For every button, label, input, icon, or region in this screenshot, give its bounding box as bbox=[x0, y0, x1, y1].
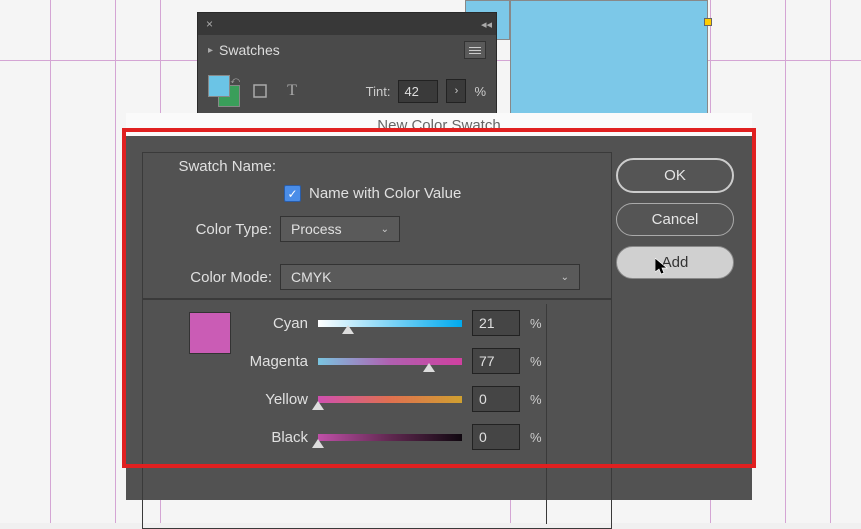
collapse-icon[interactable]: ◂◂ bbox=[481, 18, 492, 31]
guide-vertical bbox=[50, 0, 51, 523]
new-color-swatch-dialog: New Color Swatch Swatch Name: ✓ Name wit… bbox=[126, 113, 752, 500]
yellow-slider[interactable] bbox=[318, 396, 462, 403]
selection-handle[interactable] bbox=[704, 18, 712, 26]
black-slider[interactable] bbox=[318, 434, 462, 441]
cyan-slider[interactable] bbox=[318, 320, 462, 327]
name-with-color-checkbox[interactable]: ✓ bbox=[284, 185, 301, 202]
cyan-input[interactable] bbox=[472, 310, 520, 336]
tint-input[interactable] bbox=[398, 80, 438, 103]
panel-menu-button[interactable] bbox=[464, 41, 486, 59]
fill-stroke-swatch[interactable]: ⤺ bbox=[208, 75, 240, 107]
black-label: Black bbox=[246, 429, 308, 446]
magenta-input[interactable] bbox=[472, 348, 520, 374]
black-input[interactable] bbox=[472, 424, 520, 450]
close-icon[interactable]: × bbox=[202, 17, 217, 31]
chevron-down-icon: ⌄ bbox=[381, 224, 389, 235]
guide-vertical bbox=[115, 0, 116, 523]
shape-rect[interactable] bbox=[510, 0, 708, 115]
chevron-down-icon: ⌄ bbox=[561, 272, 569, 283]
tint-label: Tint: bbox=[366, 84, 391, 99]
swatch-name-label: Swatch Name: bbox=[144, 158, 276, 175]
guide-vertical bbox=[785, 0, 786, 523]
object-icon[interactable] bbox=[248, 79, 272, 103]
dialog-title: New Color Swatch bbox=[126, 113, 752, 136]
ok-button[interactable]: OK bbox=[616, 158, 734, 193]
color-preview bbox=[189, 312, 231, 354]
color-type-label: Color Type: bbox=[144, 221, 272, 238]
guide-vertical bbox=[830, 0, 831, 523]
tint-stepper[interactable]: › bbox=[446, 79, 466, 103]
percent-label: % bbox=[474, 84, 486, 99]
magenta-slider[interactable] bbox=[318, 358, 462, 365]
name-with-color-label: Name with Color Value bbox=[309, 185, 461, 202]
magenta-label: Magenta bbox=[246, 353, 308, 370]
cyan-label: Cyan bbox=[246, 315, 308, 332]
color-mode-label: Color Mode: bbox=[144, 269, 272, 286]
add-button[interactable]: Add bbox=[616, 246, 734, 279]
text-icon[interactable]: T bbox=[280, 79, 304, 103]
cancel-button[interactable]: Cancel bbox=[616, 203, 734, 236]
color-mode-select[interactable]: CMYK ⌄ bbox=[280, 264, 580, 290]
color-type-select[interactable]: Process ⌄ bbox=[280, 216, 400, 242]
yellow-input[interactable] bbox=[472, 386, 520, 412]
swatches-panel: × ◂◂ ▸ Swatches ⤺ T Tint: › % bbox=[197, 12, 497, 118]
yellow-label: Yellow bbox=[246, 391, 308, 408]
panel-title: Swatches bbox=[219, 42, 464, 58]
chevron-right-icon[interactable]: ▸ bbox=[208, 45, 213, 56]
